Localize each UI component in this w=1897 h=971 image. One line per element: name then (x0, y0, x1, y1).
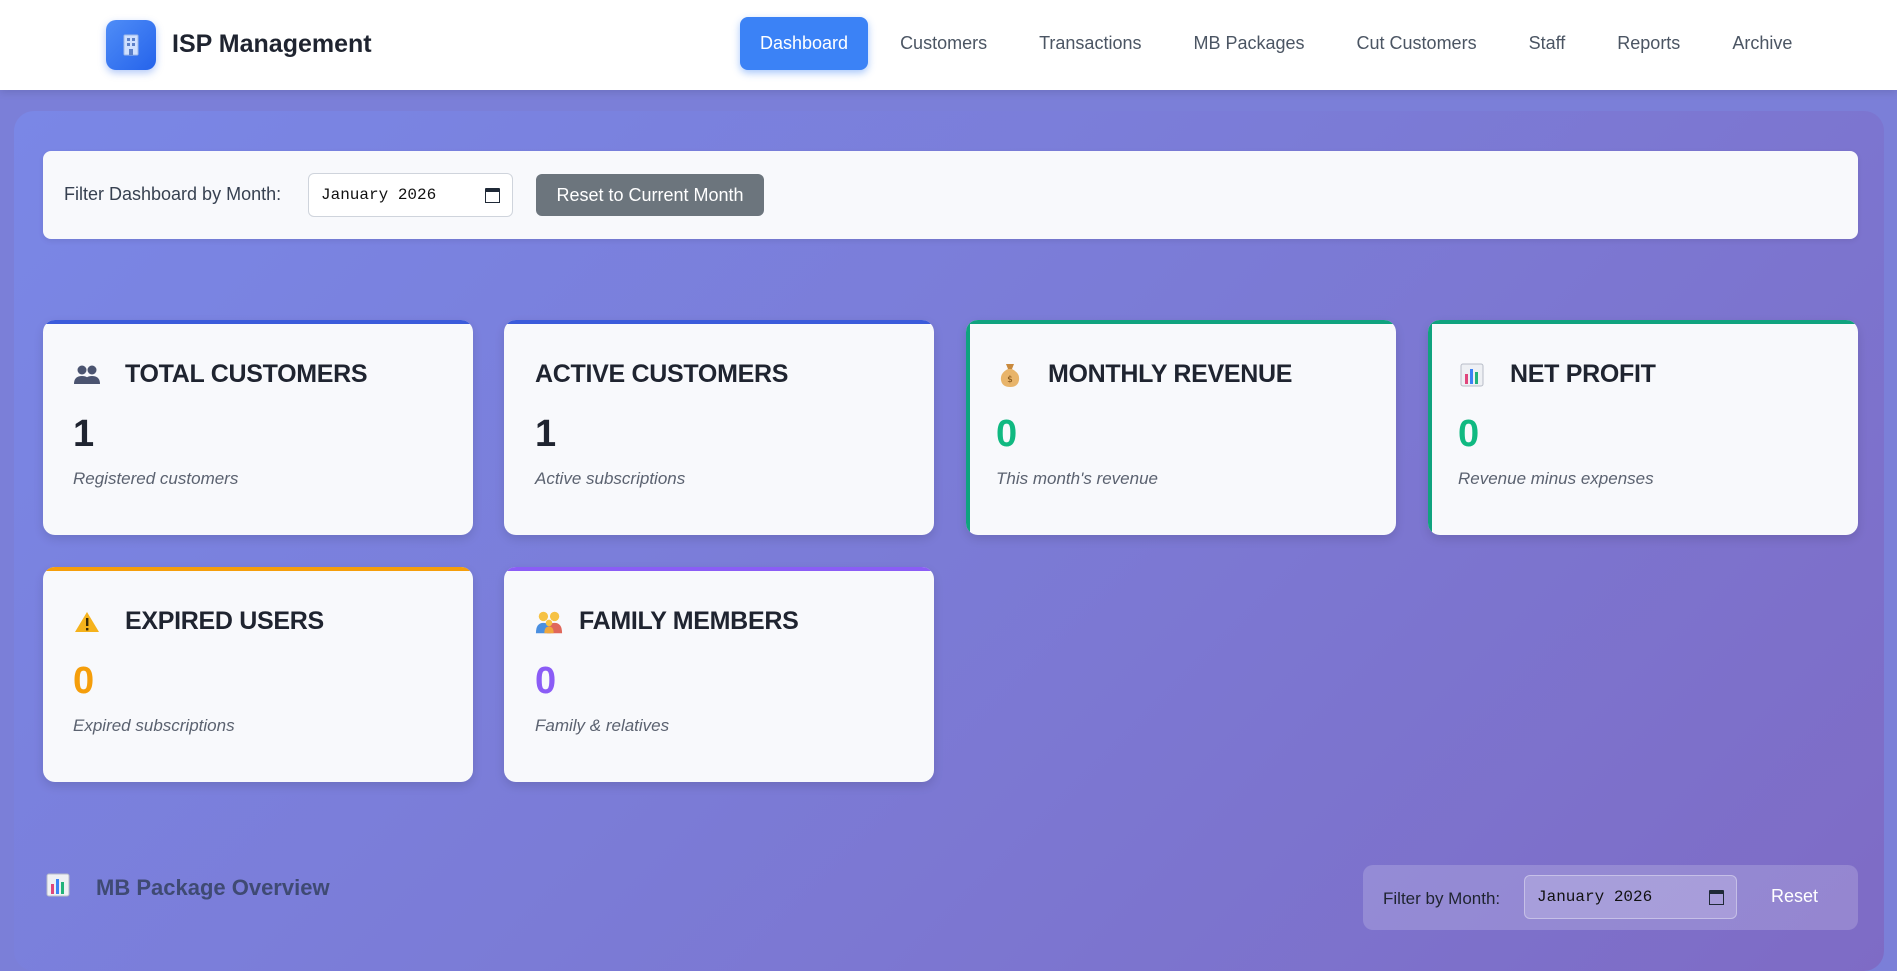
card-subtitle: Revenue minus expenses (1458, 469, 1654, 488)
month-input[interactable]: January 2026 (308, 173, 513, 217)
bar-chart-icon (1458, 361, 1486, 389)
card-value: 1 (535, 413, 557, 455)
card-subtitle: Active subscriptions (535, 469, 686, 488)
monthly-revenue-card[interactable]: $ MONTHLY REVENUE 0 This month's revenue (966, 320, 1396, 535)
filter-label: Filter Dashboard by Month: (64, 184, 282, 204)
app-title: ISP Management (172, 30, 372, 58)
brand[interactable]: ISP Management (106, 19, 372, 70)
card-subtitle: Registered customers (73, 469, 239, 488)
dashboard-panel (14, 111, 1884, 971)
nav-transactions[interactable]: Transactions (1019, 17, 1161, 70)
nav-dashboard[interactable]: Dashboard (740, 17, 869, 70)
filter-label: Filter by Month: (1383, 889, 1501, 908)
card-subtitle: Expired subscriptions (73, 716, 235, 735)
nav-reports[interactable]: Reports (1597, 17, 1700, 70)
expired-users-card[interactable]: EXPIRED USERS 0 Expired subscriptions (43, 567, 473, 782)
nav-mb-packages[interactable]: MB Packages (1173, 17, 1324, 70)
card-value: 0 (1458, 413, 1480, 455)
card-value: 0 (73, 660, 95, 702)
total-customers-card[interactable]: TOTAL CUSTOMERS 1 Registered customers (43, 320, 473, 535)
people-icon (73, 361, 101, 389)
card-title: EXPIRED USERS (125, 607, 324, 635)
building-icon (106, 19, 156, 70)
month-input-value: January 2026 (1537, 888, 1653, 906)
nav-staff[interactable]: Staff (1509, 17, 1586, 70)
card-title: TOTAL CUSTOMERS (125, 360, 368, 388)
active-customers-card[interactable]: ACTIVE CUSTOMERS 1 Active subscriptions (504, 320, 934, 535)
svg-text:$: $ (1007, 375, 1013, 385)
card-title: ACTIVE CUSTOMERS (535, 360, 789, 388)
reset-month-button[interactable]: Reset to Current Month (536, 174, 764, 216)
month-filter-bar: Filter Dashboard by Month: January 2026 … (43, 151, 1858, 239)
main-nav: Dashboard Customers Transactions MB Pack… (740, 17, 1824, 70)
calendar-icon[interactable] (1709, 889, 1724, 905)
month-input-value: January 2026 (321, 186, 437, 204)
package-month-input[interactable]: January 2026 (1524, 875, 1737, 919)
bar-chart-icon (46, 873, 70, 902)
card-title: NET PROFIT (1510, 360, 1656, 388)
card-subtitle: This month's revenue (996, 469, 1158, 488)
card-value: 0 (535, 660, 557, 702)
card-subtitle: Family & relatives (535, 716, 670, 735)
warning-icon (73, 608, 101, 636)
mb-package-overview-header: MB Package Overview (46, 873, 330, 902)
card-value: 1 (73, 413, 95, 455)
nav-customers[interactable]: Customers (880, 17, 1007, 70)
calendar-icon[interactable] (485, 187, 500, 203)
nav-cut-customers[interactable]: Cut Customers (1337, 17, 1497, 70)
family-members-card[interactable]: FAMILY MEMBERS 0 Family & relatives (504, 567, 934, 782)
top-header: ISP Management Dashboard Customers Trans… (0, 0, 1897, 90)
card-value: 0 (996, 413, 1018, 455)
money-bag-icon: $ (996, 361, 1024, 389)
family-icon (535, 608, 563, 636)
net-profit-card[interactable]: NET PROFIT 0 Revenue minus expenses (1428, 320, 1858, 535)
section-title: MB Package Overview (96, 874, 330, 900)
nav-archive[interactable]: Archive (1712, 17, 1812, 70)
card-title: FAMILY MEMBERS (579, 607, 799, 635)
package-reset-button[interactable]: Reset (1771, 886, 1818, 907)
card-title: MONTHLY REVENUE (1048, 360, 1293, 388)
package-month-filter: Filter by Month: January 2026 Reset (1363, 865, 1858, 930)
